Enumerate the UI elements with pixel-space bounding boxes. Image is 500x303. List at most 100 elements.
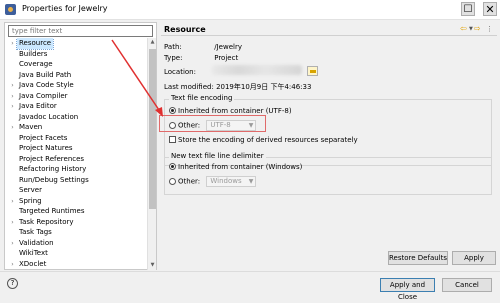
last-modified-label: Last modified: (164, 83, 214, 91)
tree-item-label: Refactoring History (19, 165, 87, 173)
type-row: Type: Project (164, 53, 238, 63)
tree-item[interactable]: Javadoc Location (8, 112, 80, 123)
tree-item[interactable]: Project Natures (8, 143, 75, 154)
tree-item-label: Javadoc Location (19, 112, 79, 121)
text-encoding-title: Text file encoding (169, 94, 235, 102)
page-header: Resource ⇦ ▼ ⇨ ⋮ (161, 22, 497, 36)
type-label: Type: (164, 54, 183, 62)
chevron-right-icon[interactable]: › (8, 91, 17, 102)
delimiter-inherited-radio[interactable]: Inherited from container (Windows) (169, 162, 302, 173)
chevron-right-icon[interactable]: › (8, 196, 17, 207)
title-bar: Properties for Jewelry ☐ ✕ (0, 0, 500, 20)
path-row: Path: /Jewelry (164, 42, 242, 52)
chevron-right-icon[interactable]: › (8, 122, 17, 133)
path-label: Path: (164, 43, 182, 51)
location-row: Location: (164, 67, 212, 77)
back-dropdown-icon[interactable]: ▼ (469, 24, 473, 34)
delimiter-select-value: Windows (210, 177, 242, 185)
restore-defaults-button[interactable]: Restore Defaults (388, 251, 448, 265)
line-delimiter-group: New text file line delimiter Inherited f… (164, 152, 492, 195)
tree-item-label: Maven (19, 123, 43, 131)
tree-item[interactable]: Coverage (8, 59, 55, 70)
checkbox-icon[interactable] (169, 136, 176, 143)
close-icon[interactable]: ✕ (483, 2, 497, 16)
radio-selected-icon[interactable] (169, 107, 176, 114)
tree-item-label: Java Code Style (19, 81, 74, 89)
path-value: /Jewelry (214, 43, 242, 51)
open-folder-icon[interactable] (307, 66, 318, 76)
chevron-right-icon[interactable]: › (8, 259, 17, 270)
tree-item[interactable]: › Resource (8, 38, 55, 50)
scroll-thumb[interactable] (149, 49, 156, 209)
preference-tree: › Resource Builders Coverage Java Build Path… (8, 38, 146, 270)
last-modified-value: 2019年10月9日 下午4:46:33 (216, 83, 312, 91)
tree-item[interactable]: › Validation (8, 238, 56, 249)
tree-item-label: Coverage (19, 60, 53, 68)
view-menu-icon[interactable]: ⋮ (486, 24, 493, 34)
filter-input[interactable]: type filter text (8, 25, 153, 37)
tree-item[interactable]: Project References (8, 154, 86, 165)
resource-page: Resource ⇦ ▼ ⇨ ⋮ Path: /Jewelry Type: Pr… (161, 22, 497, 270)
location-label: Location: (164, 68, 196, 76)
tree-item[interactable]: Task Tags (8, 227, 54, 238)
tree-item[interactable]: WikiText (8, 248, 50, 259)
apply-button[interactable]: Apply (452, 251, 496, 265)
tree-item[interactable]: Targeted Runtimes (8, 206, 87, 217)
tree-item[interactable]: › Maven (8, 122, 44, 133)
tree-item[interactable]: Run/Debug Settings (8, 175, 91, 186)
store-derived-checkbox[interactable]: Store the encoding of derived resources … (169, 135, 358, 146)
preference-tree-panel: type filter text › Resource Builders Covera… (4, 22, 157, 270)
radio-selected-icon[interactable] (169, 163, 176, 170)
forward-arrow-icon[interactable]: ⇨ (474, 24, 481, 34)
tree-item[interactable]: › Task Repository (8, 217, 76, 228)
tree-item-label: Server (19, 186, 42, 194)
tree-item-label: Project Facets (19, 133, 68, 142)
window-title: Properties for Jewelry (22, 4, 108, 13)
scroll-down-icon[interactable]: ▼ (148, 261, 157, 270)
tree-item-label: Resource (15, 38, 55, 50)
chevron-right-icon[interactable]: › (8, 101, 17, 112)
delimiter-other-label: Other: (178, 177, 201, 186)
tree-scrollbar[interactable]: ▲ ▼ (147, 38, 156, 270)
location-value-obscured (212, 65, 302, 75)
tree-item[interactable]: Builders (8, 49, 49, 60)
tree-item-label: Project References (19, 154, 85, 163)
tree-item[interactable]: › Spring (8, 196, 44, 207)
tree-item[interactable]: › Java Code Style (8, 80, 76, 91)
tree-item-label: Task Repository (19, 217, 74, 226)
tree-item-label: WikiText (19, 249, 48, 257)
last-modified-row: Last modified: 2019年10月9日 下午4:46:33 (164, 82, 311, 92)
tree-item-label: Spring (19, 196, 42, 205)
radio-unselected-icon[interactable] (169, 177, 176, 185)
chevron-right-icon[interactable]: › (8, 217, 17, 228)
tree-item[interactable]: › Java Compiler (8, 91, 70, 102)
annotation-highlight-box (159, 115, 266, 132)
tree-item[interactable]: › XDoclet (8, 259, 48, 270)
type-value: Project (214, 54, 239, 62)
chevron-right-icon[interactable]: › (8, 38, 17, 49)
help-icon[interactable]: ? (7, 278, 18, 289)
eclipse-icon (5, 4, 16, 15)
line-delimiter-title: New text file line delimiter (169, 152, 266, 160)
chevron-down-icon: ▼ (248, 178, 254, 185)
tree-item-label: Java Build Path (19, 70, 72, 79)
apply-and-close-button[interactable]: Apply and Close (380, 278, 435, 301)
maximize-icon[interactable]: ☐ (461, 2, 475, 16)
tree-item-label: Project Natures (19, 144, 73, 152)
tree-item[interactable]: Java Build Path (8, 70, 73, 81)
scroll-up-icon[interactable]: ▲ (148, 38, 157, 47)
chevron-right-icon[interactable]: › (8, 80, 17, 91)
tree-item-label: Task Tags (19, 228, 52, 236)
delimiter-select[interactable]: Windows ▼ (206, 176, 257, 187)
back-arrow-icon[interactable]: ⇦ (460, 24, 467, 34)
tree-item[interactable]: Server (8, 185, 44, 196)
delimiter-other-radio[interactable]: Other: Windows ▼ (169, 176, 257, 187)
tree-item[interactable]: Project Facets (8, 133, 69, 144)
tree-item[interactable]: › Java Editor (8, 101, 59, 112)
cancel-button[interactable]: Cancel (442, 278, 492, 292)
tree-item-label: Targeted Runtimes (19, 207, 85, 215)
tree-item-label: Validation (19, 238, 54, 247)
store-derived-label: Store the encoding of derived resources … (178, 136, 358, 144)
tree-item[interactable]: Refactoring History (8, 164, 88, 175)
chevron-right-icon[interactable]: › (8, 238, 17, 249)
